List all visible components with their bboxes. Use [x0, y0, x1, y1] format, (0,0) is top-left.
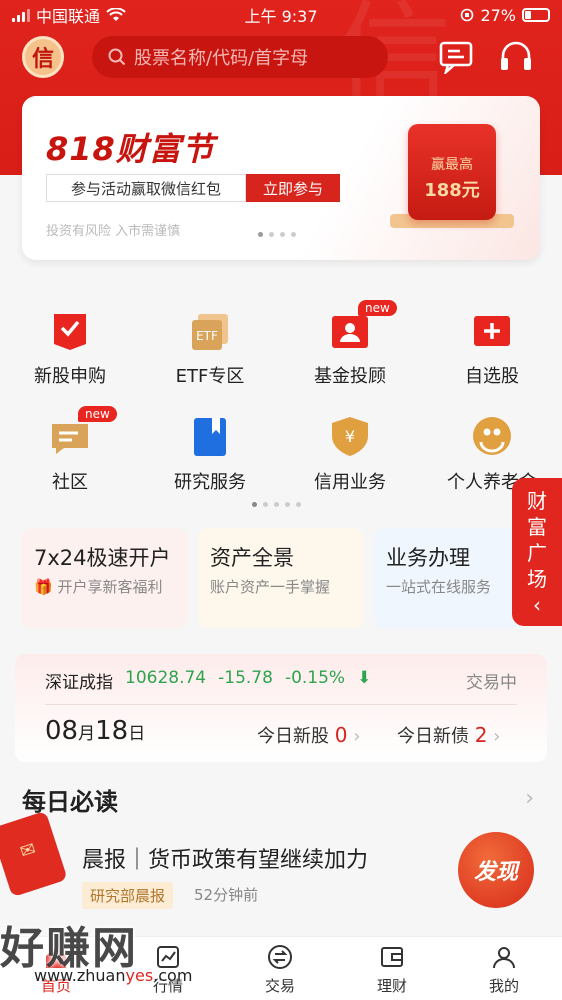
section-title-daily: 每日必读 [22, 788, 118, 816]
watchlist-icon [474, 316, 510, 346]
grid-item-ipo[interactable]: 新股申购 [0, 308, 140, 388]
gift-icon: 🎁 [34, 578, 53, 596]
card-asset-overview[interactable]: 资产全景 账户资产一手掌握 [198, 528, 364, 628]
card-business-handling[interactable]: 业务办理 一站式在线服务 [374, 528, 524, 628]
chevron-right-icon: › [487, 726, 501, 747]
search-icon [108, 48, 126, 66]
customer-service-icon[interactable] [498, 40, 534, 74]
etf-icon: ETF [192, 314, 228, 350]
credit-icon: ¥ [332, 417, 368, 456]
wifi-icon [106, 8, 126, 21]
red-packet-image: 赢最高 188元 [408, 124, 496, 220]
profile-icon [493, 947, 515, 969]
app-header: 信 股票名称/代码/首字母 [0, 32, 562, 84]
grid-item-credit[interactable]: ¥ 信用业务 [280, 414, 420, 494]
orientation-lock-icon [461, 8, 474, 22]
tab-trade[interactable]: 交易 [240, 943, 320, 996]
new-badge: new [78, 406, 117, 422]
search-placeholder: 股票名称/代码/首字母 [134, 48, 309, 69]
index-change: -15.78 [218, 668, 273, 688]
banner-pager [258, 232, 296, 237]
index-name: 深证成指 [45, 673, 113, 693]
pension-icon [473, 417, 511, 455]
grid-item-community[interactable]: new 社区 [0, 406, 140, 494]
ipo-icon [54, 314, 86, 350]
grid-item-etf[interactable]: ETF ETF专区 [140, 308, 280, 388]
tab-profile[interactable]: 我的 [464, 943, 544, 996]
index-percent: -0.15% [284, 668, 346, 688]
site-watermark-url: www.zhuanyes.com [34, 966, 193, 985]
wealth-icon [381, 947, 403, 967]
card-quick-open-account[interactable]: 7x24极速开户 🎁 开户享新客福利 [22, 528, 188, 628]
grid-pager [252, 502, 301, 507]
chevron-right-icon: › [347, 726, 361, 747]
trade-icon [268, 945, 292, 969]
index-value: 10628.74 [125, 668, 207, 688]
join-now-button[interactable]: 立即参与 [246, 174, 340, 202]
risk-notice: 投资有风险 入市需谨慎 [46, 224, 181, 239]
search-input[interactable]: 股票名称/代码/首字母 [92, 36, 388, 78]
grid-item-watchlist[interactable]: 自选股 [422, 308, 562, 388]
chevron-left-icon: ‹ [533, 593, 541, 617]
divider [45, 704, 517, 705]
trading-status: 交易中 [466, 673, 517, 693]
banner-action-bar: 参与活动赢取微信红包 立即参与 [46, 174, 340, 202]
app-logo[interactable]: 信 [22, 36, 64, 78]
battery-percent: 27% [480, 5, 516, 25]
news-tag: 研究部晨报 [82, 882, 174, 909]
research-icon [194, 418, 226, 456]
new-badge: new [358, 300, 397, 316]
svg-text:ETF: ETF [196, 329, 218, 343]
arrow-down-icon: ⬇ [357, 668, 372, 688]
signal-icon [12, 8, 30, 22]
status-time: 上午 9:37 [244, 7, 318, 26]
message-icon[interactable] [438, 40, 474, 74]
news-time: 52分钟前 [194, 886, 259, 904]
svg-text:¥: ¥ [345, 427, 355, 446]
today-date: 08月18日 [45, 716, 146, 746]
grid-item-fund-advisor[interactable]: new 基金投顾 [280, 300, 420, 388]
new-bond-link[interactable]: 今日新债 2 › [397, 722, 500, 748]
chevron-right-icon[interactable]: › [525, 786, 534, 811]
battery-icon [522, 8, 550, 22]
news-title: 晨报｜货币政策有望继续加力 [82, 848, 369, 873]
wealth-square-tab[interactable]: 财 富 广 场 ‹ [512, 478, 562, 626]
banner-bar-text: 参与活动赢取微信红包 [46, 174, 246, 202]
carrier-name: 中国联通 [36, 7, 101, 26]
tab-wealth[interactable]: 理财 [352, 943, 432, 996]
new-stock-link[interactable]: 今日新股 0 › [257, 722, 360, 748]
promo-banner[interactable]: 818财富节 参与活动赢取微信红包 立即参与 投资有风险 入市需谨慎 赢最高 1… [22, 96, 540, 260]
market-index-card[interactable]: 深证成指 10628.74 -15.78 -0.15% ⬇ 交易中 08月18日… [15, 654, 547, 762]
status-bar: 中国联通 上午 9:37 27% [0, 0, 562, 30]
banner-title: 818财富节 [46, 130, 215, 168]
grid-item-research[interactable]: 研究服务 [140, 414, 280, 494]
discover-promo-button[interactable]: 发现 [458, 832, 534, 908]
